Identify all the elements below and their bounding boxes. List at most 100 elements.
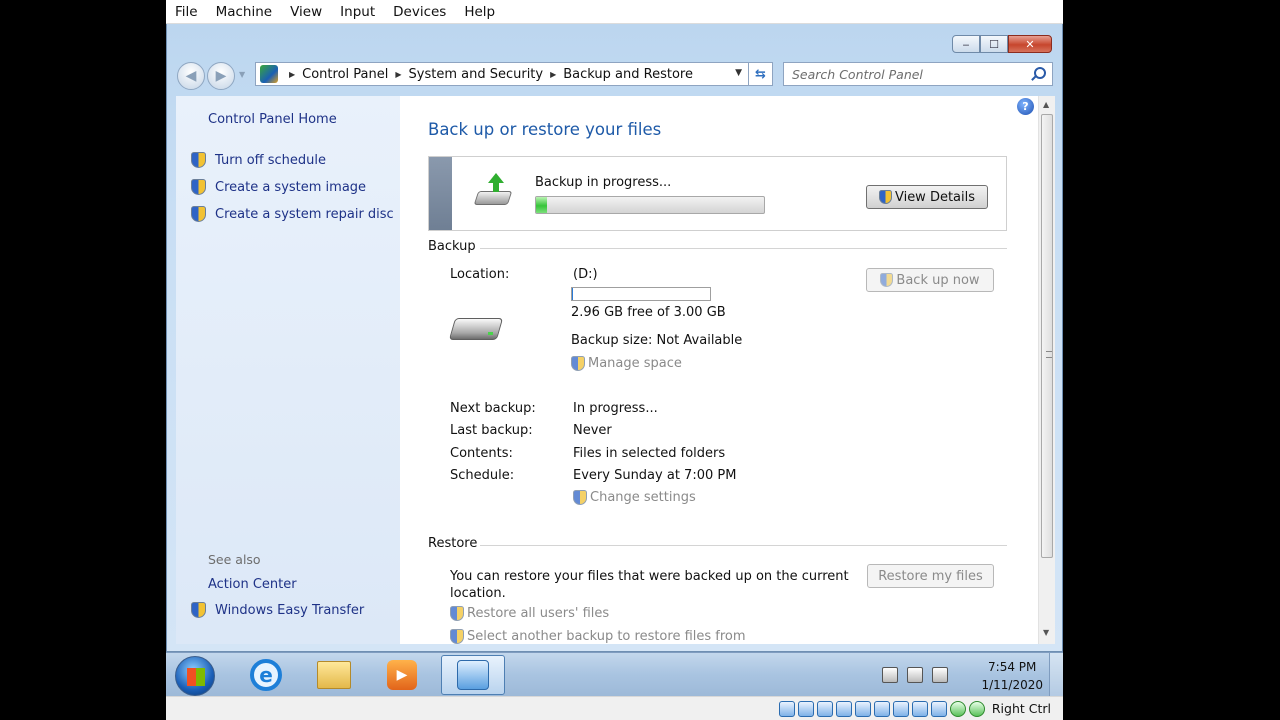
action-center-flag-icon[interactable] [882, 667, 898, 683]
breadcrumb-system-and-security[interactable]: System and Security [409, 67, 544, 82]
windows-easy-transfer-link[interactable]: Windows Easy Transfer [191, 602, 364, 618]
host-menu-help[interactable]: Help [455, 4, 504, 20]
breadcrumb-separator-icon[interactable]: ▶ [289, 70, 295, 79]
select-another-backup-label: Select another backup to restore files f… [467, 629, 746, 644]
search-input[interactable] [792, 66, 1022, 82]
uac-shield-icon [191, 206, 206, 222]
virtualization-icon[interactable] [930, 700, 947, 717]
taskbar-internet-explorer[interactable]: e [234, 655, 298, 695]
help-icon[interactable]: ? [1017, 98, 1034, 115]
minimize-icon: ‒ [962, 37, 970, 51]
volume-icon[interactable] [932, 667, 948, 683]
optical-drive-icon[interactable] [797, 700, 814, 717]
restore-my-files-button[interactable]: Restore my files [867, 564, 994, 588]
refresh-icon: ⇆ [755, 66, 766, 82]
shared-folders-icon[interactable] [873, 700, 890, 717]
network-icon[interactable] [907, 667, 923, 683]
backup-section-heading: Backup [428, 239, 476, 254]
panel-accent-stripe [429, 157, 452, 230]
view-details-label: View Details [894, 189, 976, 205]
search-icon[interactable] [1034, 67, 1046, 79]
control-panel-home-link[interactable]: Control Panel Home [208, 112, 337, 127]
host-menu-input[interactable]: Input [331, 4, 384, 20]
system-clock[interactable]: 7:54 PM 1/11/2020 [981, 658, 1043, 694]
close-button[interactable]: ✕ [1008, 35, 1052, 53]
mouse-integration-icon[interactable] [949, 700, 966, 717]
scroll-up-icon[interactable]: ▲ [1043, 100, 1049, 109]
schedule-value: Every Sunday at 7:00 PM [573, 468, 737, 483]
manage-space-link[interactable]: Manage space [571, 356, 682, 371]
host-menu-machine[interactable]: Machine [207, 4, 282, 20]
back-button[interactable]: ◀ [177, 62, 205, 90]
taskbar: e ▶ 7:54 PM 1/11/2020 [166, 652, 1063, 696]
host-key-label: Right Ctrl [991, 701, 1051, 716]
hard-disk-activity-icon[interactable] [778, 700, 795, 717]
recent-pages-dropdown[interactable]: ▼ [239, 70, 245, 79]
view-details-button[interactable]: View Details [866, 185, 988, 209]
close-icon: ✕ [1025, 37, 1035, 51]
uac-shield-icon [191, 179, 206, 195]
change-settings-link[interactable]: Change settings [573, 490, 696, 505]
control-panel-icon [260, 65, 278, 83]
uac-shield-icon [878, 190, 892, 204]
create-repair-disc-link[interactable]: Create a system repair disc [191, 206, 394, 222]
show-desktop-button[interactable] [1049, 653, 1063, 696]
caption-buttons: ‒ ☐ ✕ [952, 35, 1052, 53]
taskbar-windows-explorer[interactable] [302, 655, 366, 695]
network-adapter-icon[interactable] [835, 700, 852, 717]
taskbar-media-player[interactable]: ▶ [370, 655, 434, 695]
main-content-pane: Back up or restore your files Backup in … [400, 96, 1038, 644]
create-repair-disc-label: Create a system repair disc [215, 206, 394, 222]
minimize-button[interactable]: ‒ [952, 35, 980, 53]
create-system-image-link[interactable]: Create a system image [191, 179, 366, 195]
usb-icon[interactable] [854, 700, 871, 717]
vertical-scrollbar[interactable]: ▲ ▼ [1038, 96, 1055, 644]
section-divider [480, 248, 1007, 249]
back-up-now-button[interactable]: Back up now [866, 268, 994, 292]
address-dropdown-icon[interactable]: ▼ [735, 68, 742, 78]
uac-shield-icon [191, 602, 206, 618]
scroll-down-icon[interactable]: ▼ [1043, 628, 1049, 637]
refresh-button[interactable]: ⇆ [749, 62, 773, 86]
host-menu-file[interactable]: File [166, 4, 207, 20]
start-button[interactable] [175, 656, 215, 696]
see-also-heading: See also [208, 552, 261, 567]
action-center-link[interactable]: Action Center [208, 577, 297, 592]
search-box [783, 62, 1053, 86]
breadcrumb-backup-and-restore[interactable]: Backup and Restore [563, 67, 693, 82]
forward-button[interactable]: ▶ [207, 62, 235, 90]
turn-off-schedule-label: Turn off schedule [215, 152, 326, 168]
breadcrumb-separator-icon[interactable]: ▶ [550, 70, 556, 79]
host-menu-devices[interactable]: Devices [384, 4, 455, 20]
backup-progress-fill [536, 197, 548, 213]
contents-value: Files in selected folders [573, 446, 726, 461]
navigation-row: ◀ ▶ ▼ ▶ Control Panel ▶ System and Secur… [177, 62, 1055, 90]
restore-all-users-link[interactable]: Restore all users' files [450, 606, 609, 621]
maximize-icon: ☐ [989, 37, 999, 51]
uac-shield-icon [880, 273, 894, 287]
scrollbar-thumb[interactable] [1041, 114, 1053, 558]
restore-description-line-2: location. [450, 586, 506, 601]
keyboard-capture-icon[interactable] [968, 700, 985, 717]
uac-shield-icon [573, 490, 587, 505]
host-menu-view[interactable]: View [281, 4, 331, 20]
uac-shield-icon [450, 606, 464, 621]
drive-capacity-bar [571, 287, 711, 301]
address-bar[interactable]: ▶ Control Panel ▶ System and Security ▶ … [255, 62, 749, 86]
internet-explorer-icon: e [250, 659, 282, 691]
hard-drive-icon [448, 314, 504, 344]
maximize-button[interactable]: ☐ [980, 35, 1008, 53]
audio-icon[interactable] [816, 700, 833, 717]
backup-drive-icon [473, 173, 514, 209]
uac-shield-icon [191, 152, 206, 168]
windows-logo-icon [187, 668, 205, 686]
contents-label: Contents: [450, 446, 513, 461]
select-another-backup-link[interactable]: Select another backup to restore files f… [450, 629, 746, 644]
manage-space-label: Manage space [588, 356, 682, 371]
video-capture-icon[interactable] [911, 700, 928, 717]
breadcrumb-control-panel[interactable]: Control Panel [302, 67, 388, 82]
turn-off-schedule-link[interactable]: Turn off schedule [191, 152, 326, 168]
display-icon[interactable] [892, 700, 909, 717]
breadcrumb-separator-icon[interactable]: ▶ [395, 70, 401, 79]
taskbar-control-panel[interactable] [441, 655, 505, 695]
